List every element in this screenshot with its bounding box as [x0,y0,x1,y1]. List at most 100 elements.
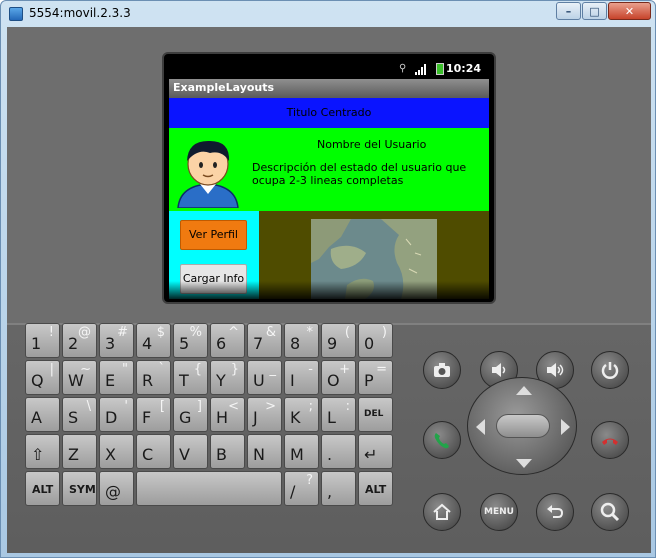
key-3[interactable]: 3 # [99,323,134,358]
key-alt-label: " [122,362,128,377]
key-l[interactable]: L: [321,397,356,432]
dpad-left-icon[interactable] [476,419,485,435]
key-8[interactable]: 8 * [284,323,319,358]
key-alt-label: | [49,362,54,377]
key-r[interactable]: R ` [136,360,171,395]
dpad-right-icon[interactable] [561,419,570,435]
view-profile-button[interactable]: Ver Perfil [180,220,247,250]
key-label: 4 [142,334,153,353]
device-screen[interactable]: ⚲ 10:24 ExampleLayouts Titulo Centrado N… [169,59,489,299]
key-comma[interactable]: , [321,471,356,506]
key-m[interactable]: M [284,434,319,469]
user-description: Descripción del estado del usuario que o… [252,161,467,187]
key-i[interactable]: I- [284,360,319,395]
key-alt-label: { [193,362,202,377]
key-n[interactable]: N [247,434,282,469]
key-label: Q [31,371,44,390]
key-alt-label: ? [306,473,313,488]
key-w[interactable]: W ~ [62,360,97,395]
key-o[interactable]: O + [321,360,356,395]
menu-button[interactable]: MENU [480,493,518,531]
key-shift[interactable]: ⇧ [25,434,60,469]
key-2[interactable]: 2 @ [62,323,97,358]
maximize-button[interactable]: □ [582,2,607,20]
key-label: T [179,371,189,390]
key-alt-label: > [265,399,276,414]
key-9[interactable]: 9( [321,323,356,358]
key-4[interactable]: 4 $ [136,323,171,358]
key-slash[interactable]: /? [284,471,319,506]
key-e[interactable]: E " [99,360,134,395]
dpad-down-icon[interactable] [516,459,532,468]
key-label: 3 [105,334,116,353]
home-button[interactable] [423,493,461,531]
battery-icon [436,63,444,75]
key-period[interactable]: . [321,434,356,469]
key-label: C [142,445,154,464]
call-button[interactable] [423,421,461,459]
minimize-button[interactable]: – [556,2,581,20]
back-icon [547,505,564,518]
key-6[interactable]: 6 ^ [210,323,245,358]
key-t[interactable]: T{ [173,360,208,395]
dpad-center-button[interactable] [496,414,550,438]
key-alt-right[interactable]: ALT [358,471,393,506]
dpad[interactable] [467,377,577,475]
key-k[interactable]: K; [284,397,319,432]
key-alt-label: } [230,362,239,377]
key-label: F [142,408,152,427]
key-alt-label: ; [308,399,313,414]
key-label: O [327,371,340,390]
key-0[interactable]: 0) [358,323,393,358]
key-5[interactable]: 5% [173,323,208,358]
key-b[interactable]: B [210,434,245,469]
key-alt-label: < [228,399,239,414]
key-space[interactable] [136,471,282,506]
screen-bottom-shadow [169,281,489,299]
key-1[interactable]: 1! [25,323,60,358]
key-label: Z [68,445,79,464]
key-d[interactable]: D ' [99,397,134,432]
key-z[interactable]: Z [62,434,97,469]
back-button[interactable] [536,493,574,531]
key-q[interactable]: Q | [25,360,60,395]
key-enter[interactable]: ↵ [358,434,393,469]
search-button[interactable] [591,493,629,531]
volume-up-icon [547,363,564,377]
key-s[interactable]: S \ [62,397,97,432]
key-alt-label: = [376,362,387,377]
centered-title: Titulo Centrado [169,98,489,128]
dpad-up-icon[interactable] [516,386,532,395]
key-at[interactable]: @ [99,471,134,506]
key-alt-label: ! [48,325,54,340]
key-p[interactable]: P = [358,360,393,395]
key-j[interactable]: J > [247,397,282,432]
key-x[interactable]: X [99,434,134,469]
key-alt-left[interactable]: ALT [25,471,60,506]
key-label: @ [105,482,121,501]
power-icon [601,362,619,379]
key-alt-label: $ [156,325,165,340]
end-call-button[interactable] [591,421,629,459]
key-a[interactable]: A [25,397,60,432]
key-f[interactable]: F[ [136,397,171,432]
key-label: V [179,445,190,464]
key-sym[interactable]: SYM [62,471,97,506]
key-del[interactable]: DEL [358,397,393,432]
key-c[interactable]: C [136,434,171,469]
key-y[interactable]: Y} [210,360,245,395]
key-7[interactable]: 7 & [247,323,282,358]
key-v[interactable]: V [173,434,208,469]
key-label: I [290,371,295,390]
user-row: Nombre del Usuario Descripción del estad… [169,128,489,211]
key-label: ALT [365,483,387,496]
key-g[interactable]: G] [173,397,208,432]
call-icon [434,433,449,449]
key-h[interactable]: H < [210,397,245,432]
key-u[interactable]: U _ [247,360,282,395]
camera-button[interactable] [423,351,461,389]
power-button[interactable] [591,351,629,389]
key-alt-label: \ [86,399,91,414]
close-button[interactable]: ✕ [608,2,651,20]
user-avatar-icon [177,140,239,208]
